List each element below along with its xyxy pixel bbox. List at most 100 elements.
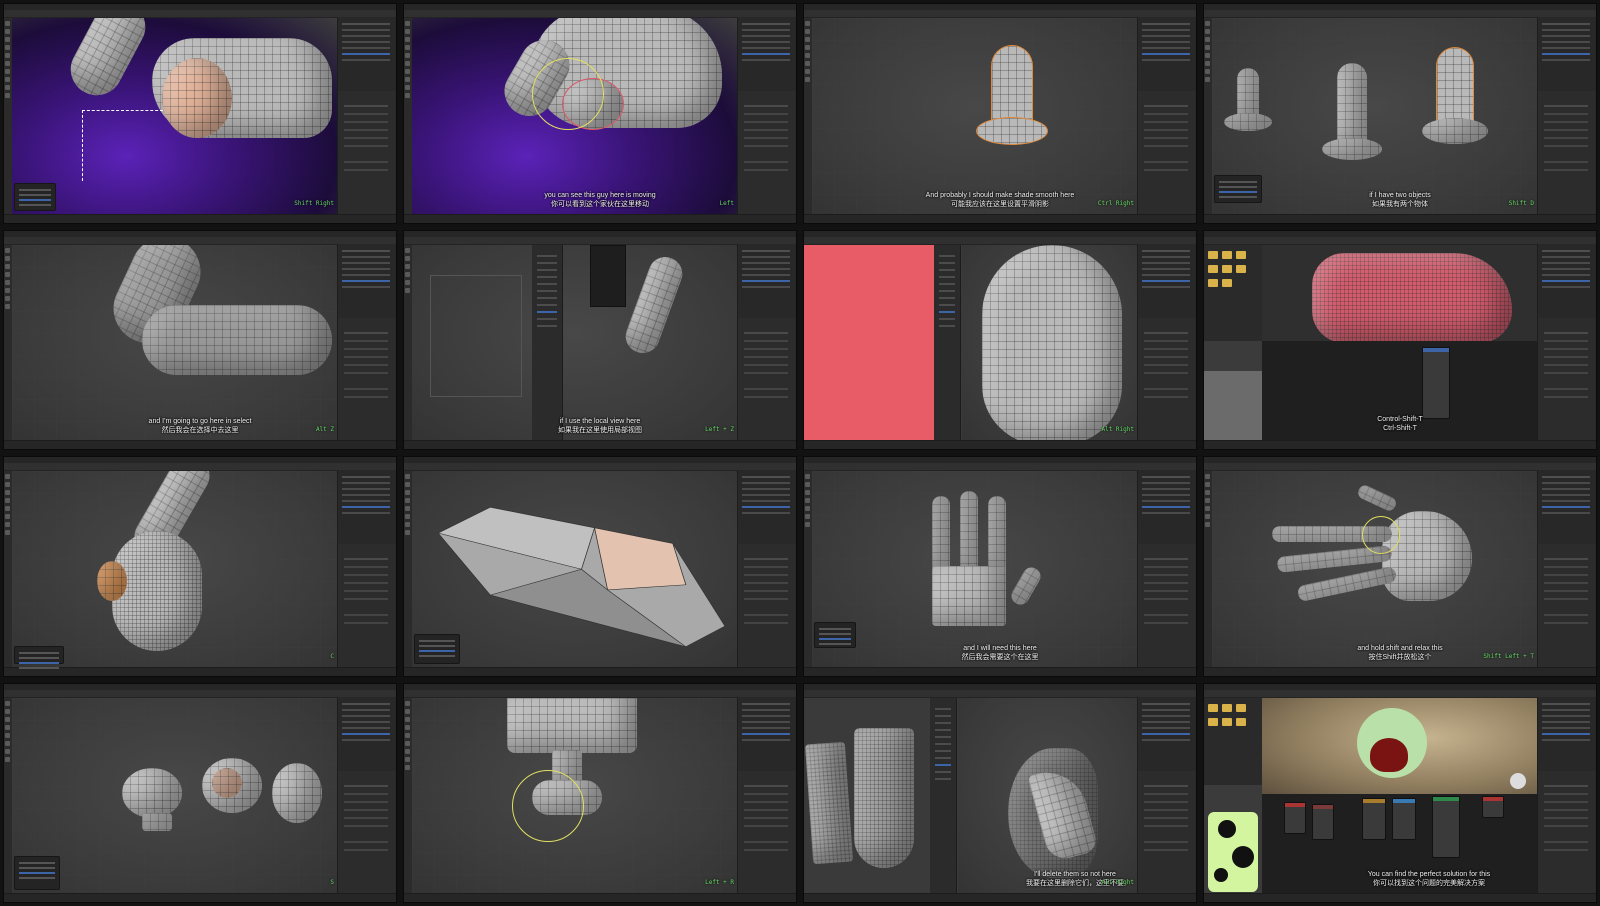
timeline[interactable] [1204, 666, 1596, 676]
principled-bsdf-node[interactable] [1432, 795, 1460, 858]
outliner[interactable] [1137, 470, 1196, 554]
timeline[interactable] [4, 666, 396, 676]
outliner[interactable] [737, 243, 796, 327]
3d-viewport[interactable] [958, 697, 1138, 894]
file-browser[interactable] [1204, 697, 1262, 785]
panel-15[interactable]: I'll delete them so not here 我要在这里删除它们，这… [803, 682, 1197, 903]
timeline[interactable] [1204, 893, 1596, 902]
panel-5[interactable]: and I'm going to go here in select 然后我会在… [3, 229, 397, 450]
folder-icon[interactable] [1208, 264, 1218, 273]
folder-icon[interactable] [1222, 278, 1232, 287]
properties-panel[interactable] [1137, 317, 1196, 441]
folder-icon[interactable] [1222, 250, 1232, 259]
panel-14[interactable]: Left + R [403, 682, 797, 903]
last-operator-panel[interactable] [414, 633, 460, 664]
properties-panel[interactable] [737, 544, 796, 668]
3d-viewport[interactable] [412, 18, 738, 215]
timeline[interactable] [804, 440, 1196, 449]
folder-icon[interactable] [1236, 250, 1246, 259]
3d-viewport[interactable] [1212, 471, 1538, 668]
panel-10[interactable] [403, 456, 797, 677]
timeline[interactable] [4, 893, 396, 902]
last-operator-panel[interactable] [14, 182, 56, 211]
tool-shelf[interactable] [4, 244, 12, 441]
timeline[interactable] [404, 666, 796, 676]
panel-2[interactable]: you can see this guy here is moving 你可以看… [403, 3, 797, 224]
panel-4[interactable]: if I have two objects 如果我有两个物体 Shift D [1203, 3, 1597, 224]
last-operator-panel[interactable] [14, 856, 60, 890]
shader-node[interactable] [1284, 801, 1306, 834]
panel-8[interactable]: Control-Shift-T Ctrl-Shift-T [1203, 229, 1597, 450]
timeline[interactable] [404, 440, 796, 449]
3d-viewport[interactable] [12, 18, 338, 215]
image-editor-area[interactable] [804, 244, 934, 449]
3d-viewport[interactable] [412, 244, 738, 441]
panel-16[interactable]: You can find the perfect solution for th… [1203, 682, 1597, 903]
tool-shelf[interactable] [404, 471, 412, 668]
panel-3[interactable]: And probably I should make shade smooth … [803, 3, 1197, 224]
folder-icon[interactable] [1222, 703, 1232, 712]
outliner[interactable] [1537, 243, 1596, 327]
outliner[interactable] [1137, 243, 1196, 327]
folder-icon[interactable] [1208, 703, 1218, 712]
3d-viewport[interactable] [812, 471, 1138, 668]
properties-panel[interactable] [337, 770, 396, 894]
3d-viewport[interactable] [1262, 244, 1538, 345]
output-node[interactable] [1482, 795, 1504, 818]
timeline[interactable] [804, 213, 1196, 223]
panel-13[interactable]: S [3, 682, 397, 903]
timeline[interactable] [1204, 213, 1596, 223]
timeline[interactable] [804, 666, 1196, 676]
outliner[interactable] [1537, 17, 1596, 101]
tool-shelf[interactable] [404, 697, 412, 894]
dropdown-menu[interactable] [590, 244, 626, 307]
folder-icon[interactable] [1208, 250, 1218, 259]
properties-panel[interactable] [337, 91, 396, 215]
timeline[interactable] [4, 213, 396, 223]
shader-node[interactable] [1312, 803, 1334, 840]
3d-viewport[interactable] [12, 471, 338, 668]
shader-node[interactable] [1392, 797, 1416, 840]
tool-shelf[interactable] [4, 471, 12, 668]
outliner[interactable] [737, 470, 796, 554]
properties-panel[interactable] [337, 544, 396, 668]
folder-icon[interactable] [1222, 717, 1232, 726]
panel-1[interactable]: Shift Right [3, 3, 397, 224]
outliner[interactable] [337, 17, 396, 101]
outliner[interactable] [1537, 696, 1596, 780]
panel-7[interactable]: Alt Right [803, 229, 1197, 450]
folder-icon[interactable] [1208, 278, 1218, 287]
folder-icon[interactable] [1208, 717, 1218, 726]
panel-9[interactable]: C [3, 456, 397, 677]
properties-panel[interactable] [737, 770, 796, 894]
last-operator-panel[interactable] [14, 645, 64, 664]
tool-shelf[interactable] [804, 471, 812, 668]
outliner[interactable] [1137, 696, 1196, 780]
properties-panel[interactable] [1537, 317, 1596, 441]
folder-icon[interactable] [1236, 717, 1246, 726]
timeline[interactable] [1204, 440, 1596, 449]
panel-6[interactable]: if I use the local view here 如果我在这里使用局部视… [403, 229, 797, 450]
3d-viewport[interactable] [12, 244, 338, 441]
uv-editor[interactable] [804, 697, 935, 894]
n-sidebar[interactable] [930, 697, 957, 894]
outliner[interactable] [337, 470, 396, 554]
n-sidebar[interactable] [934, 244, 961, 441]
tool-shelf[interactable] [4, 697, 12, 894]
file-browser[interactable] [1204, 244, 1262, 341]
tool-shelf[interactable] [404, 18, 412, 215]
tool-shelf[interactable] [404, 244, 412, 441]
tool-shelf[interactable] [4, 18, 12, 215]
3d-viewport[interactable] [412, 471, 738, 668]
timeline[interactable] [404, 213, 796, 223]
folder-icon[interactable] [1236, 703, 1246, 712]
timeline[interactable] [4, 440, 396, 449]
3d-viewport[interactable] [962, 244, 1138, 441]
3d-viewport[interactable] [12, 697, 338, 894]
tool-shelf[interactable] [1204, 471, 1212, 668]
3d-viewport[interactable] [812, 18, 1138, 215]
outliner[interactable] [737, 696, 796, 780]
n-sidebar[interactable] [532, 244, 563, 441]
3d-viewport[interactable] [412, 697, 738, 894]
timeline[interactable] [404, 893, 796, 902]
